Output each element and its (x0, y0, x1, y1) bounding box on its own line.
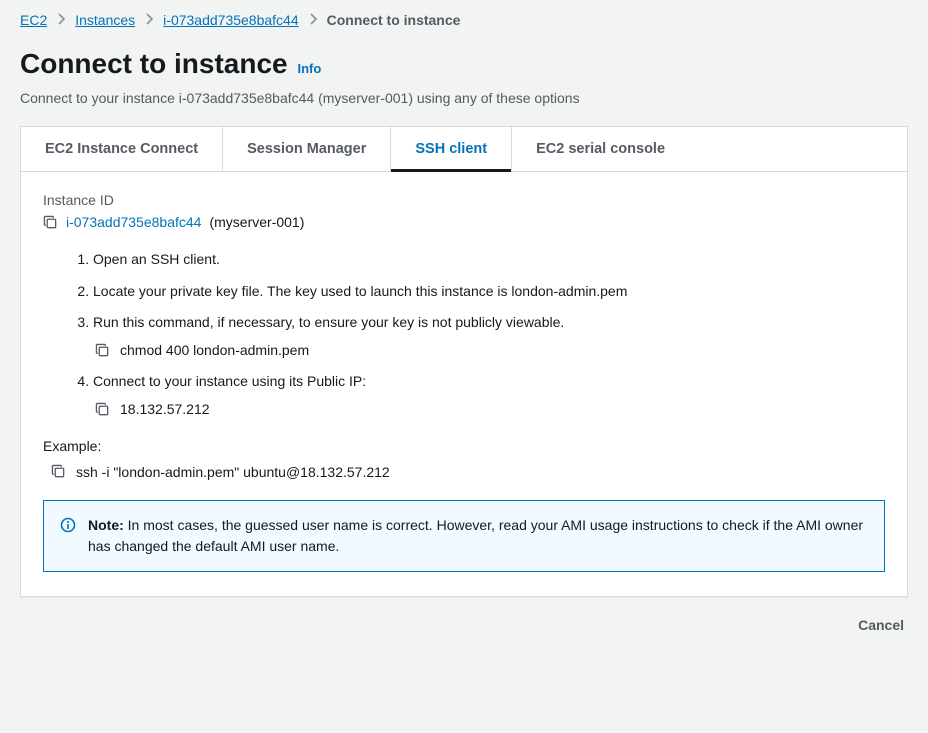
copy-icon[interactable] (95, 343, 110, 358)
step-4-text: Connect to your instance using its Publi… (93, 373, 366, 389)
note-strong: Note: (88, 517, 124, 533)
breadcrumb: EC2 Instances i-073add735e8bafc44 Connec… (20, 12, 908, 28)
tab-ec2-instance-connect[interactable]: EC2 Instance Connect (21, 127, 223, 171)
tabs: EC2 Instance Connect Session Manager SSH… (21, 127, 907, 172)
chevron-right-icon (57, 12, 65, 28)
step-3-text: Run this command, if necessary, to ensur… (93, 314, 564, 330)
public-ip: 18.132.57.212 (120, 400, 210, 420)
breadcrumb-ec2[interactable]: EC2 (20, 12, 47, 28)
step-3: Run this command, if necessary, to ensur… (93, 313, 885, 360)
example-row: ssh -i "london-admin.pem" ubuntu@18.132.… (51, 464, 885, 480)
instance-id-link[interactable]: i-073add735e8bafc44 (66, 214, 201, 230)
connect-panel: EC2 Instance Connect Session Manager SSH… (20, 126, 908, 597)
breadcrumb-current: Connect to instance (327, 12, 461, 28)
note-box: Note: In most cases, the guessed user na… (43, 500, 885, 572)
page-subtitle: Connect to your instance i-073add735e8ba… (20, 90, 908, 106)
note-text: Note: In most cases, the guessed user na… (88, 515, 868, 557)
note-body: In most cases, the guessed user name is … (88, 517, 863, 554)
footer: Cancel (20, 597, 908, 633)
ssh-steps: Open an SSH client. Locate your private … (43, 250, 885, 420)
cancel-button[interactable]: Cancel (858, 617, 904, 633)
copy-icon[interactable] (43, 215, 58, 230)
copy-icon[interactable] (51, 464, 66, 479)
step-4-ip-row: 18.132.57.212 (95, 400, 885, 420)
step-1: Open an SSH client. (93, 250, 885, 270)
ssh-example-command: ssh -i "london-admin.pem" ubuntu@18.132.… (76, 464, 390, 480)
step-2: Locate your private key file. The key us… (93, 282, 885, 302)
info-link[interactable]: Info (297, 61, 321, 76)
instance-id-row: i-073add735e8bafc44 (myserver-001) (43, 214, 885, 230)
breadcrumb-instances[interactable]: Instances (75, 12, 135, 28)
step-4: Connect to your instance using its Publi… (93, 372, 885, 419)
panel-body: Instance ID i-073add735e8bafc44 (myserve… (21, 172, 907, 596)
tab-ssh-client[interactable]: SSH client (391, 127, 512, 171)
chevron-right-icon (309, 12, 317, 28)
instance-id-label: Instance ID (43, 192, 885, 208)
page-title: Connect to instance (20, 48, 288, 80)
page-header: Connect to instance Info Connect to your… (20, 48, 908, 106)
example-label: Example: (43, 438, 885, 454)
chevron-right-icon (145, 12, 153, 28)
tab-ec2-serial-console[interactable]: EC2 serial console (512, 127, 689, 171)
tab-session-manager[interactable]: Session Manager (223, 127, 391, 171)
breadcrumb-instance-id[interactable]: i-073add735e8bafc44 (163, 12, 298, 28)
chmod-command: chmod 400 london-admin.pem (120, 341, 309, 361)
instance-alias: (myserver-001) (209, 214, 304, 230)
info-icon (60, 517, 76, 533)
copy-icon[interactable] (95, 402, 110, 417)
step-3-command-row: chmod 400 london-admin.pem (95, 341, 885, 361)
